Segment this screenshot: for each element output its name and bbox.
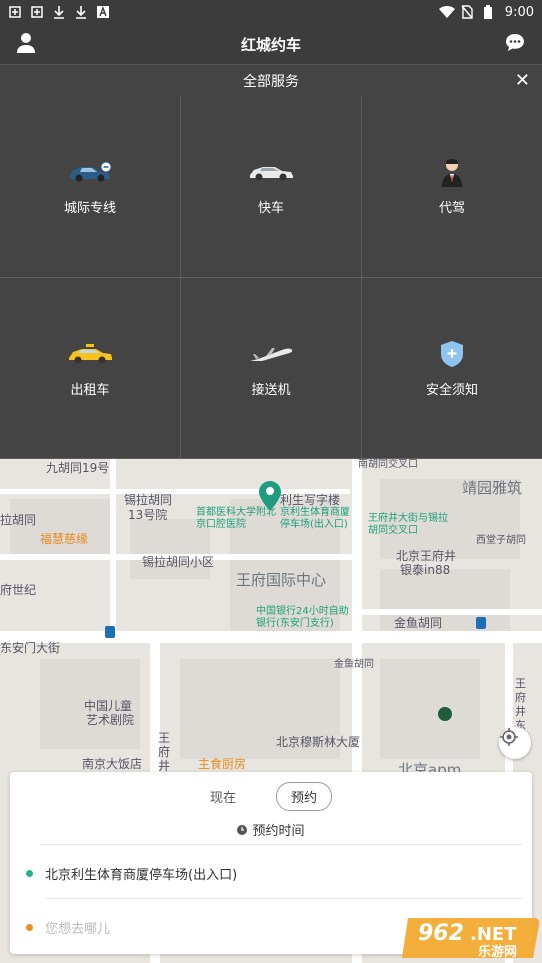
- divider: [40, 844, 522, 845]
- close-icon[interactable]: ✕: [515, 70, 530, 91]
- map-label: 主食厨房: [198, 757, 247, 771]
- service-airport[interactable]: 接送机: [181, 278, 362, 459]
- service-chauffeur[interactable]: 代驾: [362, 96, 542, 278]
- download-icon: [52, 5, 66, 19]
- notification-icon: [8, 5, 22, 19]
- chauffeur-icon: [427, 157, 477, 187]
- service-label: 城际专线: [63, 201, 116, 216]
- services-title: 全部服务: [243, 73, 299, 90]
- clock-icon: [237, 824, 248, 835]
- shield-icon: [427, 339, 477, 369]
- wifi-icon: [438, 5, 455, 19]
- service-intercity[interactable]: 城际专线: [0, 96, 181, 278]
- booking-time-selector[interactable]: 预约时间: [10, 820, 532, 839]
- map-label: 王府国际中心: [236, 571, 327, 589]
- user-icon[interactable]: [16, 32, 36, 54]
- map-label: 金鱼胡同: [394, 616, 443, 630]
- status-bar: 9:00: [0, 0, 542, 24]
- booking-time-label: 预约时间: [252, 824, 305, 839]
- map-label: 王府井大街与锡拉胡同交叉口: [368, 513, 448, 536]
- app-bar: 红城约车: [0, 24, 542, 64]
- map-label: 府世纪: [0, 583, 37, 597]
- locate-button[interactable]: [499, 727, 531, 759]
- map-label: 京利生体育商厦停车场(出入口): [280, 507, 350, 530]
- taxi-icon: [65, 339, 115, 369]
- map-label: 九胡同19号: [46, 461, 110, 475]
- map-label: 中国银行24小时自助银行(东安门支行): [256, 606, 349, 629]
- service-safety[interactable]: 安全须知: [362, 278, 542, 459]
- origin-dot-icon: [26, 870, 33, 877]
- app-title: 红城约车: [240, 35, 301, 54]
- map-label: 利生写字楼: [280, 493, 341, 507]
- map-label: 银泰in88: [400, 563, 451, 577]
- map-label: 13号院: [128, 508, 168, 522]
- service-label: 接送机: [251, 382, 291, 398]
- notification-icon: [30, 5, 44, 19]
- map-label: 南京大饭店: [82, 757, 143, 771]
- tab-now[interactable]: 现在: [210, 787, 236, 806]
- service-taxi[interactable]: 出租车: [0, 278, 181, 459]
- services-header: 全部服务 ✕: [0, 64, 542, 96]
- download-icon: [74, 5, 88, 19]
- map-label: 王府井: [158, 731, 171, 773]
- map-label: 南胡同交叉口: [358, 459, 418, 470]
- svg-text:962: 962: [418, 921, 464, 946]
- divider: [46, 898, 522, 899]
- map-label: 拉胡同: [0, 513, 37, 527]
- map-label: 锡拉胡同小区: [142, 555, 215, 569]
- service-label: 快车: [257, 201, 284, 216]
- destination-field[interactable]: 您想去哪儿: [26, 918, 110, 937]
- destination-placeholder: 您想去哪儿: [45, 922, 111, 937]
- map-label: 艺术剧院: [86, 713, 135, 727]
- status-time: 9:00: [504, 4, 534, 20]
- message-icon[interactable]: [504, 32, 526, 54]
- service-label: 出租车: [70, 382, 110, 398]
- map-label: 福慧慈缘: [40, 532, 89, 546]
- crosshair-icon: [500, 728, 518, 746]
- origin-field[interactable]: 北京利生体育商厦停车场(出入口): [26, 864, 237, 883]
- intercity-car-icon: [65, 157, 115, 187]
- time-tabs: 现在 预约: [10, 781, 532, 811]
- destination-dot-icon: [26, 924, 33, 931]
- map-label: 西堂子胡同: [476, 535, 526, 546]
- map-label: 东安门大街: [0, 641, 61, 655]
- watermark-logo: 962 .NET 乐游网: [400, 910, 542, 963]
- services-grid: 城际专线 快车 代驾 出租车 接送机 安全须知: [0, 96, 542, 459]
- origin-text: 北京利生体育商厦停车场(出入口): [45, 868, 238, 883]
- map-label: 北京穆斯林大厦: [276, 735, 361, 749]
- battery-icon: [483, 5, 497, 19]
- svg-text:乐游网: 乐游网: [478, 944, 517, 960]
- service-express[interactable]: 快车: [181, 96, 362, 278]
- express-car-icon: [246, 157, 296, 187]
- airplane-icon: [246, 339, 296, 369]
- tab-book[interactable]: 预约: [276, 781, 333, 811]
- font-icon: [96, 5, 110, 19]
- map-label: 靖园雅筑: [462, 479, 523, 497]
- service-label: 安全须知: [425, 382, 478, 398]
- svg-text:.NET: .NET: [470, 924, 517, 945]
- map-label: 金鱼胡同: [334, 659, 374, 670]
- no-sim-icon: [461, 5, 475, 19]
- service-label: 代驾: [438, 201, 465, 216]
